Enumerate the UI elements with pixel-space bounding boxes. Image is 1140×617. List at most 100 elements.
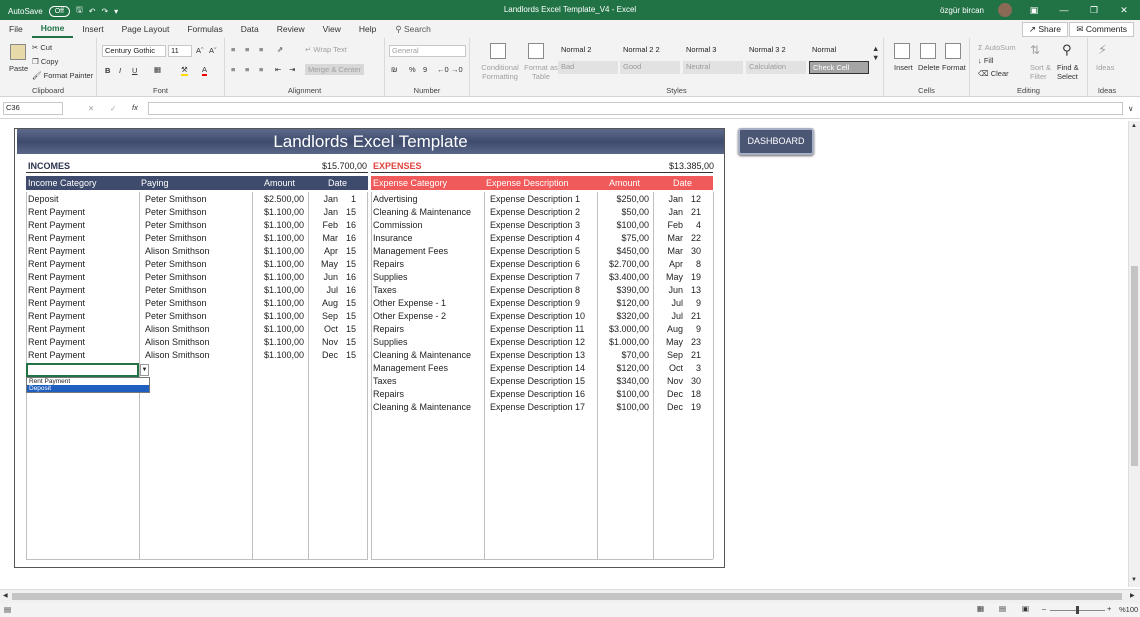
day-cell[interactable]: 15 — [340, 297, 356, 310]
category-cell[interactable]: Commission — [373, 219, 483, 232]
amount-cell[interactable]: $1.000,00 — [599, 336, 649, 349]
day-cell[interactable]: 30 — [685, 375, 701, 388]
category-cell[interactable]: Cleaning & Maintenance — [373, 349, 483, 362]
day-cell[interactable]: 21 — [685, 310, 701, 323]
amount-cell[interactable]: $320,00 — [599, 310, 649, 323]
month-cell[interactable]: Mar — [655, 245, 684, 258]
day-cell[interactable]: 19 — [685, 271, 701, 284]
amount-cell[interactable]: $1.100,00 — [254, 336, 304, 349]
decrease-decimal-icon[interactable]: →0 — [451, 65, 463, 74]
day-cell[interactable]: 16 — [340, 271, 356, 284]
day-cell[interactable]: 4 — [685, 219, 701, 232]
horizontal-scrollbar[interactable]: ◀ ▶ — [0, 589, 1140, 603]
amount-cell[interactable]: $100,00 — [599, 388, 649, 401]
income-amount-header[interactable]: Amount — [264, 176, 295, 190]
description-cell[interactable]: Expense Description 13 — [490, 349, 600, 362]
month-cell[interactable]: Dec — [655, 388, 683, 401]
category-cell[interactable]: Rent Payment — [28, 219, 138, 232]
day-cell[interactable]: 16 — [340, 219, 356, 232]
avatar[interactable] — [998, 3, 1012, 17]
day-cell[interactable]: 3 — [685, 362, 701, 375]
description-cell[interactable]: Expense Description 4 — [490, 232, 600, 245]
day-cell[interactable]: 16 — [340, 232, 356, 245]
day-cell[interactable]: 21 — [685, 349, 701, 362]
month-cell[interactable]: Jun — [310, 271, 338, 284]
expand-formula-icon[interactable]: ∨ — [1128, 104, 1134, 113]
day-cell[interactable]: 15 — [340, 349, 356, 362]
scroll-right-icon[interactable]: ▶ — [1130, 592, 1135, 599]
month-cell[interactable]: Jan — [310, 206, 338, 219]
style-normal-2-2[interactable]: Normal 2 2 — [620, 44, 680, 57]
description-cell[interactable]: Peter Smithson — [145, 297, 255, 310]
style-normal-3-2[interactable]: Normal 3 2 — [746, 44, 806, 57]
day-cell[interactable]: 23 — [685, 336, 701, 349]
zoom-level[interactable]: %100 — [1119, 605, 1138, 614]
zoom-out-icon[interactable]: – — [1042, 604, 1046, 613]
selected-cell[interactable] — [26, 363, 139, 377]
style-normal-2[interactable]: Normal 2 — [558, 44, 618, 57]
amount-cell[interactable]: $120,00 — [599, 297, 649, 310]
category-cell[interactable]: Other Expense - 2 — [373, 310, 483, 323]
bold-icon[interactable]: B — [105, 66, 110, 75]
align-left-icon[interactable]: ≡ — [231, 65, 235, 74]
insert-cells-icon[interactable] — [894, 43, 910, 59]
tab-insert[interactable]: Insert — [73, 20, 112, 38]
dropdown-option-deposit[interactable]: Deposit — [27, 385, 149, 392]
category-cell[interactable]: Deposit — [28, 193, 138, 206]
description-cell[interactable]: Peter Smithson — [145, 232, 255, 245]
amount-cell[interactable]: $390,00 — [599, 284, 649, 297]
find-select-icon[interactable]: ⚲ — [1062, 42, 1072, 58]
ribbon-display-icon[interactable]: ▣ — [1026, 5, 1042, 16]
amount-cell[interactable]: $1.100,00 — [254, 349, 304, 362]
macro-record-icon[interactable]: ▤ — [4, 605, 11, 614]
format-cells-button[interactable]: Format — [942, 63, 966, 72]
lightning-icon[interactable]: ⚡ — [1098, 42, 1107, 58]
category-cell[interactable]: Supplies — [373, 336, 483, 349]
tab-data[interactable]: Data — [232, 20, 268, 38]
grow-font-icon[interactable]: Aˆ — [196, 46, 204, 55]
vertical-scroll-thumb[interactable] — [1131, 266, 1138, 466]
month-cell[interactable]: Nov — [655, 375, 683, 388]
format-painter-button[interactable]: 🖌 Format Painter — [32, 71, 93, 80]
scroll-left-icon[interactable]: ◀ — [3, 592, 8, 599]
description-cell[interactable]: Expense Description 11 — [490, 323, 600, 336]
description-cell[interactable]: Peter Smithson — [145, 206, 255, 219]
day-cell[interactable]: 12 — [685, 193, 701, 206]
description-cell[interactable]: Expense Description 7 — [490, 271, 600, 284]
amount-cell[interactable]: $1.100,00 — [254, 258, 304, 271]
category-cell[interactable]: Repairs — [373, 388, 483, 401]
month-cell[interactable]: Mar — [310, 232, 339, 245]
page-break-view-icon[interactable]: ▣ — [1022, 604, 1029, 613]
month-cell[interactable]: Sep — [310, 310, 338, 323]
expense-amount-header[interactable]: Amount — [609, 176, 640, 190]
category-cell[interactable]: Rent Payment — [28, 310, 138, 323]
amount-cell[interactable]: $75,00 — [599, 232, 649, 245]
conditional-formatting-button[interactable]: Conditional Formatting — [478, 63, 522, 81]
style-bad[interactable]: Bad — [558, 61, 618, 74]
increase-indent-icon[interactable]: ⇥ — [289, 65, 295, 74]
amount-cell[interactable]: $340,00 — [599, 375, 649, 388]
shrink-font-icon[interactable]: Aˇ — [209, 46, 217, 55]
month-cell[interactable]: May — [655, 271, 683, 284]
enter-icon[interactable]: ✓ — [110, 104, 116, 113]
fill-color-icon[interactable]: ⚒ — [181, 65, 188, 76]
zoom-in-icon[interactable]: + — [1107, 604, 1111, 613]
tab-review[interactable]: Review — [268, 20, 314, 38]
align-middle-icon[interactable]: ≡ — [245, 45, 249, 54]
month-cell[interactable]: Jan — [310, 193, 338, 206]
normal-view-icon[interactable]: ▦ — [977, 604, 984, 613]
decrease-indent-icon[interactable]: ⇤ — [275, 65, 281, 74]
month-cell[interactable]: Sep — [655, 349, 683, 362]
day-cell[interactable]: 18 — [685, 388, 701, 401]
description-cell[interactable]: Expense Description 14 — [490, 362, 600, 375]
amount-cell[interactable]: $1.100,00 — [254, 232, 304, 245]
scroll-up-icon[interactable]: ▲ — [1131, 123, 1137, 129]
name-box[interactable]: C36 — [3, 102, 63, 115]
month-cell[interactable]: Feb — [310, 219, 338, 232]
description-cell[interactable]: Expense Description 16 — [490, 388, 600, 401]
month-cell[interactable]: Jul — [310, 284, 338, 297]
day-cell[interactable]: 1 — [340, 193, 356, 206]
expense-date-header[interactable]: Date — [673, 176, 692, 190]
amount-cell[interactable]: $1.100,00 — [254, 297, 304, 310]
font-size-select[interactable]: 11 — [168, 45, 192, 57]
